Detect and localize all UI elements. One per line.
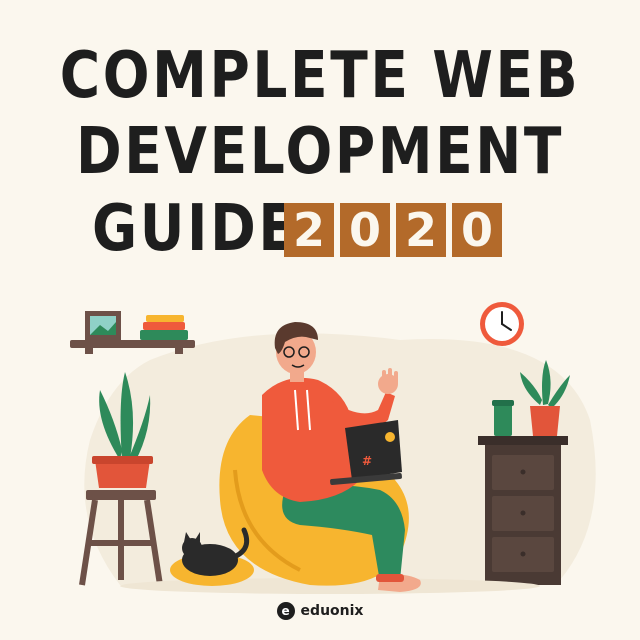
poster: COMPLETE WEB DEVELOPMENT GUIDE 2 0 2 0 #… [0, 0, 640, 640]
cup-icon [492, 400, 514, 436]
brand-logo: e eduonix [0, 602, 640, 620]
wall-shelf-icon [70, 311, 195, 354]
cabinet-icon [478, 436, 568, 585]
brand-name: eduonix [300, 603, 364, 619]
svg-text:#: # [362, 454, 372, 468]
eduonix-logo-icon: e [276, 602, 295, 620]
clock-icon [480, 302, 524, 346]
illustration: # [70, 302, 596, 594]
